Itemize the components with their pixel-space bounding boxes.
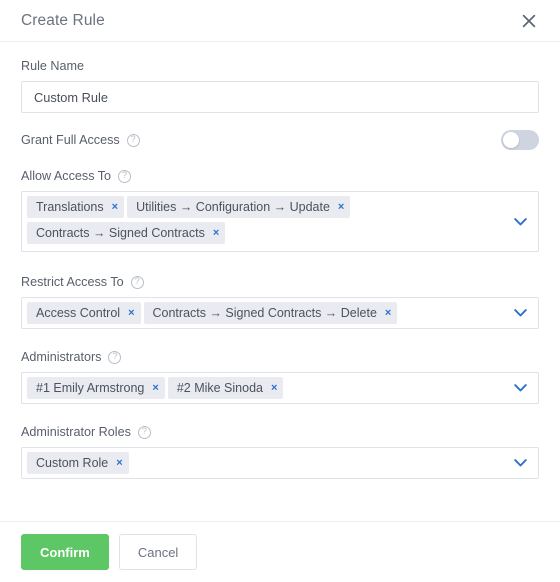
administrators-select[interactable]: #1 Emily Armstrong × #2 Mike Sinoda × bbox=[21, 372, 539, 404]
help-glyph: ? bbox=[122, 170, 128, 180]
rule-name-label-text: Rule Name bbox=[21, 59, 84, 73]
restrict-access-to-label-text: Restrict Access To bbox=[21, 275, 124, 289]
chip-label: Contracts → Signed Contracts bbox=[36, 226, 205, 240]
administrator-roles-select[interactable]: Custom Role × bbox=[21, 447, 539, 479]
chip-label: Custom Role bbox=[36, 456, 109, 470]
chip[interactable]: Contracts → Signed Contracts → Delete × bbox=[143, 302, 398, 324]
restrict-access-to-label: Restrict Access To ? bbox=[21, 274, 539, 290]
chip-remove-icon[interactable]: × bbox=[271, 382, 277, 394]
confirm-button[interactable]: Confirm bbox=[21, 534, 109, 570]
chevron-down-icon[interactable] bbox=[514, 382, 527, 395]
field-restrict-access-to: Restrict Access To ? Access Control × Co… bbox=[21, 274, 539, 329]
chip-label: #1 Emily Armstrong bbox=[36, 381, 145, 395]
chevron-down-icon[interactable] bbox=[514, 307, 527, 320]
grant-full-access-toggle[interactable] bbox=[501, 130, 539, 150]
toggle-knob bbox=[503, 132, 519, 148]
chip-label: Contracts → Signed Contracts → Delete bbox=[152, 306, 377, 320]
chip-remove-icon[interactable]: × bbox=[385, 307, 391, 319]
allow-access-to-select[interactable]: Translations × Utilities → Configuration… bbox=[21, 191, 539, 252]
chip-remove-icon[interactable]: × bbox=[213, 227, 219, 239]
field-administrator-roles: Administrator Roles ? Custom Role × bbox=[21, 424, 539, 479]
field-grant-full-access: Grant Full Access ? bbox=[21, 127, 539, 153]
chip-label: Access Control bbox=[36, 306, 121, 320]
chip-remove-icon[interactable]: × bbox=[152, 382, 158, 394]
help-glyph: ? bbox=[112, 351, 118, 361]
allow-access-to-label-text: Allow Access To bbox=[21, 169, 112, 183]
allow-access-to-label: Allow Access To ? bbox=[21, 168, 539, 184]
chip[interactable]: Translations × bbox=[27, 196, 125, 218]
rule-name-label: Rule Name bbox=[21, 58, 539, 74]
grant-full-access-label: Grant Full Access ? bbox=[21, 132, 140, 148]
field-allow-access-to: Allow Access To ? Translations × Utiliti… bbox=[21, 168, 539, 252]
chip-label: #2 Mike Sinoda bbox=[176, 381, 263, 395]
help-circle-icon[interactable]: ? bbox=[108, 350, 122, 364]
help-circle-icon[interactable]: ? bbox=[137, 425, 151, 439]
rule-name-input[interactable] bbox=[21, 81, 539, 113]
chevron-down-icon[interactable] bbox=[514, 215, 527, 228]
chevron-down-icon[interactable] bbox=[514, 457, 527, 470]
administrator-roles-label-text: Administrator Roles bbox=[21, 425, 131, 439]
restrict-access-to-select[interactable]: Access Control × Contracts → Signed Cont… bbox=[21, 297, 539, 329]
help-glyph: ? bbox=[134, 276, 140, 286]
chip[interactable]: Contracts → Signed Contracts × bbox=[27, 222, 226, 244]
field-rule-name: Rule Name /* value set via data-bind-att… bbox=[21, 58, 539, 113]
help-glyph: ? bbox=[130, 134, 136, 144]
administrator-roles-label: Administrator Roles ? bbox=[21, 424, 539, 440]
dialog-header: Create Rule bbox=[0, 0, 560, 42]
chip[interactable]: #2 Mike Sinoda × bbox=[167, 377, 284, 399]
dialog-title: Create Rule bbox=[21, 11, 105, 29]
grant-full-access-label-text: Grant Full Access bbox=[21, 133, 120, 147]
chip[interactable]: Custom Role × bbox=[27, 452, 129, 474]
help-glyph: ? bbox=[141, 426, 147, 436]
create-rule-dialog: Create Rule Rule Name /* value set via d… bbox=[0, 0, 560, 582]
close-icon[interactable] bbox=[516, 8, 542, 34]
help-circle-icon[interactable]: ? bbox=[130, 275, 144, 289]
help-circle-icon[interactable]: ? bbox=[126, 133, 140, 147]
chip-remove-icon[interactable]: × bbox=[338, 201, 344, 213]
chip-label: Translations bbox=[36, 200, 104, 214]
cancel-button[interactable]: Cancel bbox=[118, 534, 198, 570]
chip[interactable]: Utilities → Configuration → Update × bbox=[127, 196, 351, 218]
help-circle-icon[interactable]: ? bbox=[118, 169, 132, 183]
chip-remove-icon[interactable]: × bbox=[112, 201, 118, 213]
chip[interactable]: #1 Emily Armstrong × bbox=[27, 377, 165, 399]
dialog-footer: Confirm Cancel bbox=[0, 521, 560, 582]
chip-label: Utilities → Configuration → Update bbox=[136, 200, 330, 214]
administrators-label-text: Administrators bbox=[21, 350, 102, 364]
chip-remove-icon[interactable]: × bbox=[116, 457, 122, 469]
chip[interactable]: Access Control × bbox=[27, 302, 141, 324]
dialog-body: Rule Name /* value set via data-bind-att… bbox=[0, 42, 560, 521]
administrators-label: Administrators ? bbox=[21, 349, 539, 365]
chip-remove-icon[interactable]: × bbox=[128, 307, 134, 319]
field-administrators: Administrators ? #1 Emily Armstrong × #2… bbox=[21, 349, 539, 404]
